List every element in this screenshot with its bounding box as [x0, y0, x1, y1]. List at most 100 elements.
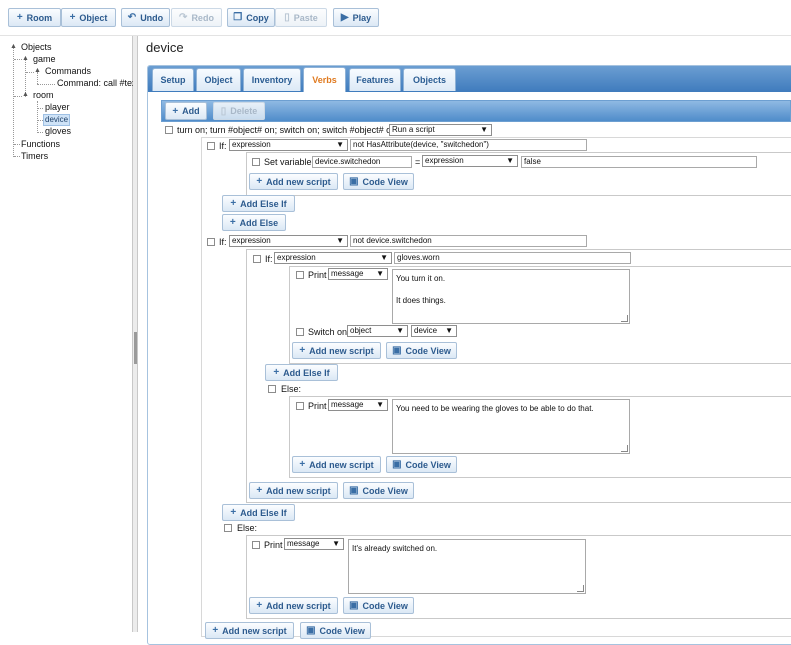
if-expression-input[interactable]: not device.switchedon: [350, 235, 587, 247]
plus-icon: +: [256, 600, 263, 611]
splitter-grip[interactable]: [134, 332, 137, 364]
if-checkbox[interactable]: [207, 142, 215, 150]
else-checkbox[interactable]: [268, 385, 276, 393]
redo-button[interactable]: ↷ Redo: [171, 8, 222, 27]
tab-setup[interactable]: Setup: [152, 68, 194, 91]
tree-item-timers[interactable]: Timers: [21, 151, 48, 162]
tree-item-gloves[interactable]: gloves: [45, 126, 71, 137]
if-mode-select[interactable]: expression ▼: [229, 139, 348, 151]
print-mode-select[interactable]: message ▼: [328, 399, 388, 411]
tree-item-objects[interactable]: Objects: [21, 42, 52, 53]
code-view-button[interactable]: ▣ Code View: [343, 482, 414, 499]
if-checkbox[interactable]: [253, 255, 261, 263]
plus-icon: +: [212, 625, 219, 636]
tree-item-player[interactable]: player: [45, 102, 70, 113]
print-label: Print: [308, 270, 327, 280]
equals-label: =: [415, 157, 421, 167]
setvar-checkbox[interactable]: [252, 158, 260, 166]
tree-item-command[interactable]: Command: call #tex: [57, 78, 133, 89]
collapse-icon[interactable]: ▲: [10, 43, 17, 50]
print-checkbox[interactable]: [252, 541, 260, 549]
resize-grip-icon[interactable]: [577, 585, 584, 592]
paste-button[interactable]: ▯ Paste: [275, 8, 327, 27]
plus-icon: +: [229, 217, 236, 228]
resize-grip-icon[interactable]: [621, 445, 628, 452]
tree-item-functions[interactable]: Functions: [21, 139, 60, 150]
add-else-if-button[interactable]: + Add Else If: [222, 504, 295, 521]
tab-inventory[interactable]: Inventory: [243, 68, 301, 91]
tree-item-device[interactable]: device: [43, 114, 71, 126]
switch-object-select[interactable]: device ▼: [411, 325, 457, 337]
print-message-textarea[interactable]: You turn it on. It does things.: [392, 269, 630, 324]
value-mode-select[interactable]: expression ▼: [422, 155, 518, 167]
code-view-button[interactable]: ▣ Code View: [343, 597, 414, 614]
tab-objects[interactable]: Objects: [403, 68, 456, 91]
if-mode-select[interactable]: expression ▼: [229, 235, 348, 247]
code-view-button[interactable]: ▣ Code View: [386, 456, 457, 473]
if-expression-input[interactable]: gloves.worn: [394, 252, 631, 264]
tab-verbs[interactable]: Verbs: [303, 67, 346, 92]
tree-item-commands[interactable]: Commands: [45, 66, 91, 77]
plus-icon: +: [230, 198, 237, 209]
tab-object[interactable]: Object: [196, 68, 241, 91]
code-icon: ▣: [306, 625, 316, 636]
tree-item-game[interactable]: game: [33, 54, 56, 65]
plus-icon: +: [172, 105, 179, 117]
add-room-button[interactable]: + Room: [8, 8, 61, 27]
print-message-textarea[interactable]: You need to be wearing the gloves to be …: [392, 399, 630, 454]
add-else-if-button[interactable]: + Add Else If: [265, 364, 338, 381]
print-checkbox[interactable]: [296, 271, 304, 279]
else-checkbox[interactable]: [224, 524, 232, 532]
verb-action-select[interactable]: Run a script ▼: [389, 124, 492, 136]
switch-mode-select[interactable]: object ▼: [347, 325, 408, 337]
add-object-button[interactable]: + Object: [61, 8, 116, 27]
print-label: Print: [264, 540, 283, 550]
dropdown-arrow-icon: ▼: [506, 156, 514, 165]
add-else-if-button[interactable]: + Add Else If: [222, 195, 295, 212]
dropdown-arrow-icon: ▼: [336, 140, 344, 149]
code-view-button[interactable]: ▣ Code View: [386, 342, 457, 359]
verb-checkbox[interactable]: [165, 126, 173, 134]
play-button[interactable]: ▶ Play: [333, 8, 379, 27]
set-variable-label: Set variable: [264, 157, 312, 167]
code-view-button[interactable]: ▣ Code View: [300, 622, 371, 639]
add-new-script-button[interactable]: + Add new script: [205, 622, 294, 639]
add-else-button[interactable]: + Add Else: [222, 214, 286, 231]
undo-button[interactable]: ↶ Undo: [121, 8, 170, 27]
collapse-icon[interactable]: ▲: [22, 91, 29, 98]
switchon-checkbox[interactable]: [296, 328, 304, 336]
print-mode-select[interactable]: message ▼: [284, 538, 344, 550]
resize-grip-icon[interactable]: [621, 315, 628, 322]
play-icon: ▶: [340, 12, 349, 23]
variable-name-input[interactable]: device.switchedon: [312, 156, 412, 168]
plus-icon: +: [69, 12, 76, 23]
dropdown-arrow-icon: ▼: [376, 269, 384, 278]
if-checkbox[interactable]: [207, 238, 215, 246]
tab-features[interactable]: Features: [349, 68, 401, 91]
print-checkbox[interactable]: [296, 402, 304, 410]
plus-icon: +: [299, 345, 306, 356]
add-new-script-button[interactable]: + Add new script: [292, 342, 381, 359]
tree-item-room[interactable]: room: [33, 90, 54, 101]
collapse-icon[interactable]: ▲: [34, 67, 41, 74]
print-message-textarea[interactable]: It's already switched on.: [348, 539, 586, 594]
else-label: Else:: [237, 523, 258, 533]
add-verb-button[interactable]: + Add: [165, 102, 207, 120]
collapse-icon[interactable]: ▲: [22, 55, 29, 62]
dropdown-arrow-icon: ▼: [336, 236, 344, 245]
copy-button[interactable]: ❐ Copy: [227, 8, 275, 27]
verb-pattern: turn on; turn #object# on; switch on; sw…: [177, 125, 397, 135]
if-mode-select[interactable]: expression ▼: [274, 252, 392, 264]
add-new-script-button[interactable]: + Add new script: [249, 173, 338, 190]
variable-value-input[interactable]: false: [521, 156, 757, 168]
code-view-button[interactable]: ▣ Code View: [343, 173, 414, 190]
if-expression-input[interactable]: not HasAttribute(device, "switchedon"): [350, 139, 587, 151]
add-new-script-button[interactable]: + Add new script: [249, 482, 338, 499]
code-icon: ▣: [392, 345, 402, 356]
delete-verb-button[interactable]: ▯ Delete: [213, 102, 265, 120]
add-new-script-button[interactable]: + Add new script: [292, 456, 381, 473]
if-label: If:: [219, 141, 227, 151]
add-new-script-button[interactable]: + Add new script: [249, 597, 338, 614]
plus-icon: +: [230, 507, 237, 518]
print-mode-select[interactable]: message ▼: [328, 268, 388, 280]
